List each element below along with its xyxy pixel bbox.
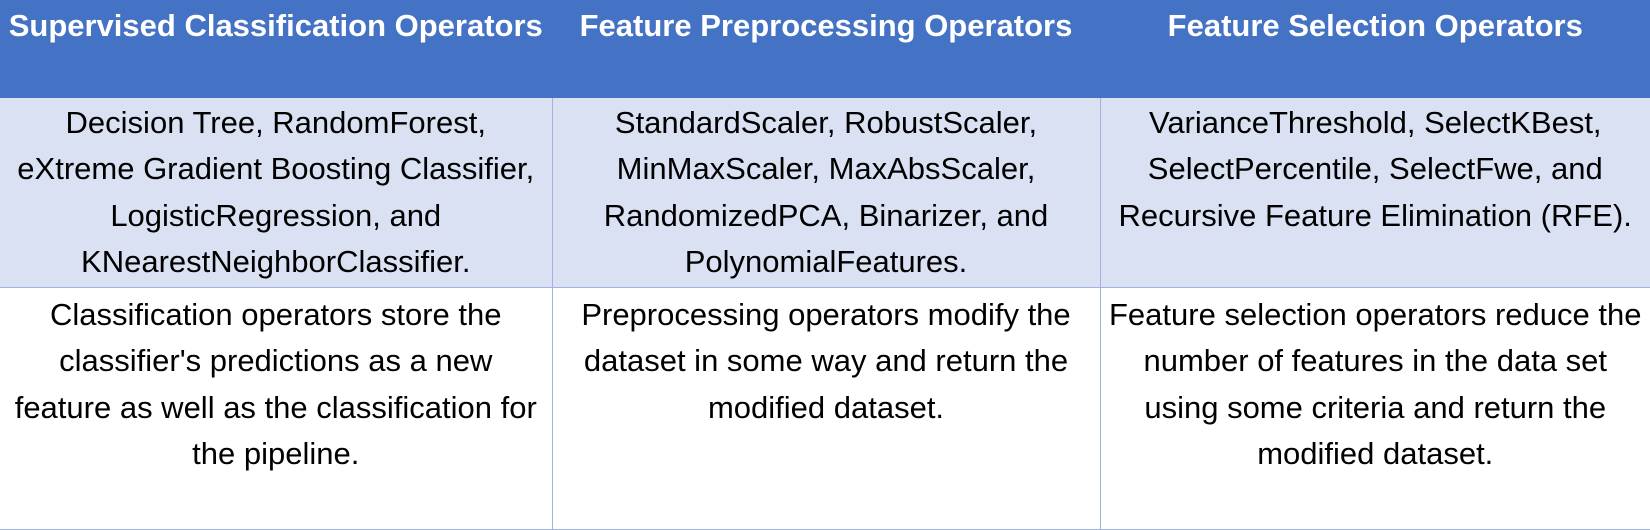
selection-operators-cell: VarianceThreshold, SelectKBest, SelectPe… bbox=[1099, 96, 1650, 288]
preprocessing-description-cell: Preprocessing operators modify the datas… bbox=[551, 286, 1101, 530]
preprocessing-operators-cell: StandardScaler, RobustScaler, MinMaxScal… bbox=[551, 96, 1101, 288]
description-row: Classification operators store the class… bbox=[0, 286, 1650, 530]
header-supervised-classification: Supervised Classification Operators bbox=[0, 0, 553, 98]
header-row: Supervised Classification Operators Feat… bbox=[0, 0, 1650, 98]
operators-table: Supervised Classification Operators Feat… bbox=[0, 0, 1650, 530]
header-feature-preprocessing: Feature Preprocessing Operators bbox=[551, 0, 1101, 98]
classification-description-cell: Classification operators store the class… bbox=[0, 286, 553, 530]
selection-description-cell: Feature selection operators reduce the n… bbox=[1099, 286, 1650, 530]
operators-row: Decision Tree, RandomForest, eXtreme Gra… bbox=[0, 96, 1650, 288]
classification-operators-cell: Decision Tree, RandomForest, eXtreme Gra… bbox=[0, 96, 553, 288]
header-feature-selection: Feature Selection Operators bbox=[1099, 0, 1650, 98]
